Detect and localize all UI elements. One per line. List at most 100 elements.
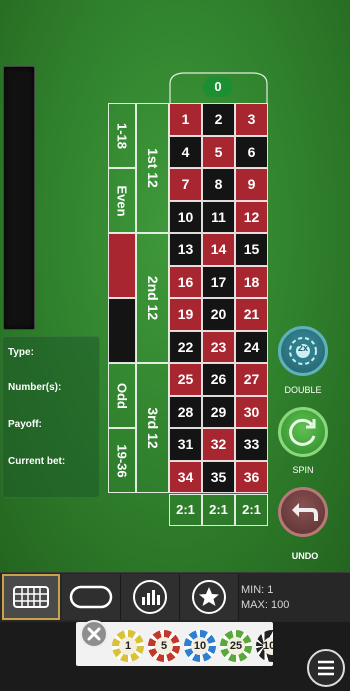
oval-track-button[interactable]	[62, 574, 121, 620]
payoff-label: Payoff:	[8, 419, 42, 430]
number-cell-13[interactable]: 13	[169, 233, 202, 266]
number-cell-29[interactable]: 29	[202, 395, 235, 428]
numbers-label: Number(s):	[8, 382, 62, 393]
chip-10[interactable]: 10	[184, 630, 216, 662]
double-label: DOUBLE	[284, 385, 322, 395]
chip-25[interactable]: 25	[220, 630, 252, 662]
number-cell-3[interactable]: 3	[235, 103, 268, 136]
number-cell-4[interactable]: 4	[169, 135, 202, 168]
number-cell-35[interactable]: 35	[202, 460, 235, 493]
number-cell-16[interactable]: 16	[169, 265, 202, 298]
dozen-bet-1st[interactable]: 1st 12	[136, 103, 169, 233]
menu-button[interactable]	[307, 649, 345, 687]
number-cell-26[interactable]: 26	[202, 363, 235, 396]
number-grid: 1 2 3 4 5 6 7 8 9 10 11 12 13 14 15 16 17 18 19 20 21 22 23 24 2…	[169, 103, 268, 493]
max-value: 100	[270, 599, 290, 611]
double-button[interactable]: 2x	[278, 326, 328, 376]
number-cell-34[interactable]: 34	[169, 460, 202, 493]
bet-even[interactable]: Even	[108, 168, 136, 233]
dozen-label-1st: 1st 12	[144, 148, 161, 188]
favorite-star-button[interactable]	[180, 574, 239, 620]
chip-5[interactable]: 5	[148, 630, 180, 662]
dozen-label-2nd: 2nd 12	[144, 275, 161, 321]
bet-limits: MIN: 1 MAX: 100	[241, 583, 289, 613]
dozen-bet-2nd[interactable]: 2nd 12	[136, 233, 169, 363]
bet-19-36[interactable]: 19-36	[108, 428, 136, 493]
number-cell-1[interactable]: 1	[169, 103, 202, 136]
bet-info-panel: Type: Number(s): Payoff: Current bet:	[2, 336, 100, 498]
column-bet-3[interactable]: 2:1	[235, 494, 268, 526]
bet-1-18[interactable]: 1-18	[108, 103, 136, 168]
number-cell-27[interactable]: 27	[235, 363, 268, 396]
dozen-label-3rd: 3rd 12	[144, 407, 161, 449]
number-cell-18[interactable]: 18	[235, 265, 268, 298]
number-cell-9[interactable]: 9	[235, 168, 268, 201]
number-cell-31[interactable]: 31	[169, 428, 202, 461]
number-cell-15[interactable]: 15	[235, 233, 268, 266]
number-cell-20[interactable]: 20	[202, 298, 235, 331]
bet-odd[interactable]: Odd	[108, 363, 136, 428]
number-cell-19[interactable]: 19	[169, 298, 202, 331]
column-bets: 2:1 2:1 2:1	[169, 494, 268, 526]
number-cell-5[interactable]: 5	[202, 135, 235, 168]
refresh-icon	[289, 418, 316, 446]
undo-arrow-icon	[292, 503, 318, 521]
number-cell-21[interactable]: 21	[235, 298, 268, 331]
spin-button[interactable]	[278, 407, 328, 457]
number-cell-33[interactable]: 33	[235, 428, 268, 461]
chip-value-10: 10	[191, 637, 209, 655]
number-cell-8[interactable]: 8	[202, 168, 235, 201]
statistics-button[interactable]	[121, 574, 180, 620]
number-cell-25[interactable]: 25	[169, 363, 202, 396]
max-limit: MAX: 100	[241, 598, 289, 613]
statistics-icon	[133, 580, 167, 614]
type-label: Type:	[8, 347, 34, 358]
number-cell-30[interactable]: 30	[235, 395, 268, 428]
clear-bets-button[interactable]	[80, 620, 108, 648]
zero-number: 0	[203, 77, 233, 97]
chip-bar: 15 10 25 100	[0, 620, 350, 691]
number-cell-11[interactable]: 11	[202, 200, 235, 233]
current-bet-label: Current bet:	[8, 456, 66, 467]
bet-black[interactable]	[108, 298, 136, 363]
bottom-toolbar: MIN: 1 MAX: 100	[0, 572, 350, 623]
history-panel	[3, 66, 35, 330]
min-limit: MIN: 1	[241, 583, 289, 598]
chip-value-100: 100	[263, 637, 273, 655]
bet-1-18-label: 1-18	[114, 122, 130, 149]
number-cell-23[interactable]: 23	[202, 330, 235, 363]
dozen-bet-3rd[interactable]: 3rd 12	[136, 363, 169, 493]
number-cell-28[interactable]: 28	[169, 395, 202, 428]
number-cell-7[interactable]: 7	[169, 168, 202, 201]
bet-even-label: Even	[114, 184, 130, 217]
number-cell-32[interactable]: 32	[202, 428, 235, 461]
chip-1[interactable]: 1	[112, 630, 144, 662]
undo-button[interactable]	[278, 487, 328, 537]
bet-red[interactable]	[108, 233, 136, 298]
chip-value-5: 5	[155, 637, 173, 655]
bet-odd-label: Odd	[114, 382, 130, 409]
number-cell-12[interactable]: 12	[235, 200, 268, 233]
number-cell-24[interactable]: 24	[235, 330, 268, 363]
racetrack-grid-icon	[13, 586, 49, 608]
column-bet-2[interactable]: 2:1	[202, 494, 235, 526]
number-cell-22[interactable]: 22	[169, 330, 202, 363]
number-cell-36[interactable]: 36	[235, 460, 268, 493]
racetrack-grid-button[interactable]	[2, 574, 60, 620]
chip-value-1: 1	[119, 637, 137, 655]
number-cell-6[interactable]: 6	[235, 135, 268, 168]
chip-value-25: 25	[227, 637, 245, 655]
double-value: 2x	[297, 343, 308, 353]
number-cell-2[interactable]: 2	[202, 103, 235, 136]
close-icon	[87, 627, 101, 641]
min-value: 1	[267, 584, 274, 596]
number-cell-17[interactable]: 17	[202, 265, 235, 298]
undo-label: UNDO	[291, 551, 319, 561]
favorite-star-icon	[192, 580, 226, 614]
column-bet-1[interactable]: 2:1	[169, 494, 202, 526]
number-cell-10[interactable]: 10	[169, 200, 202, 233]
oval-track-icon	[69, 585, 113, 609]
zero-bet-area[interactable]: 0	[169, 72, 268, 104]
number-cell-14[interactable]: 14	[202, 233, 235, 266]
min-label: MIN:	[241, 584, 265, 596]
